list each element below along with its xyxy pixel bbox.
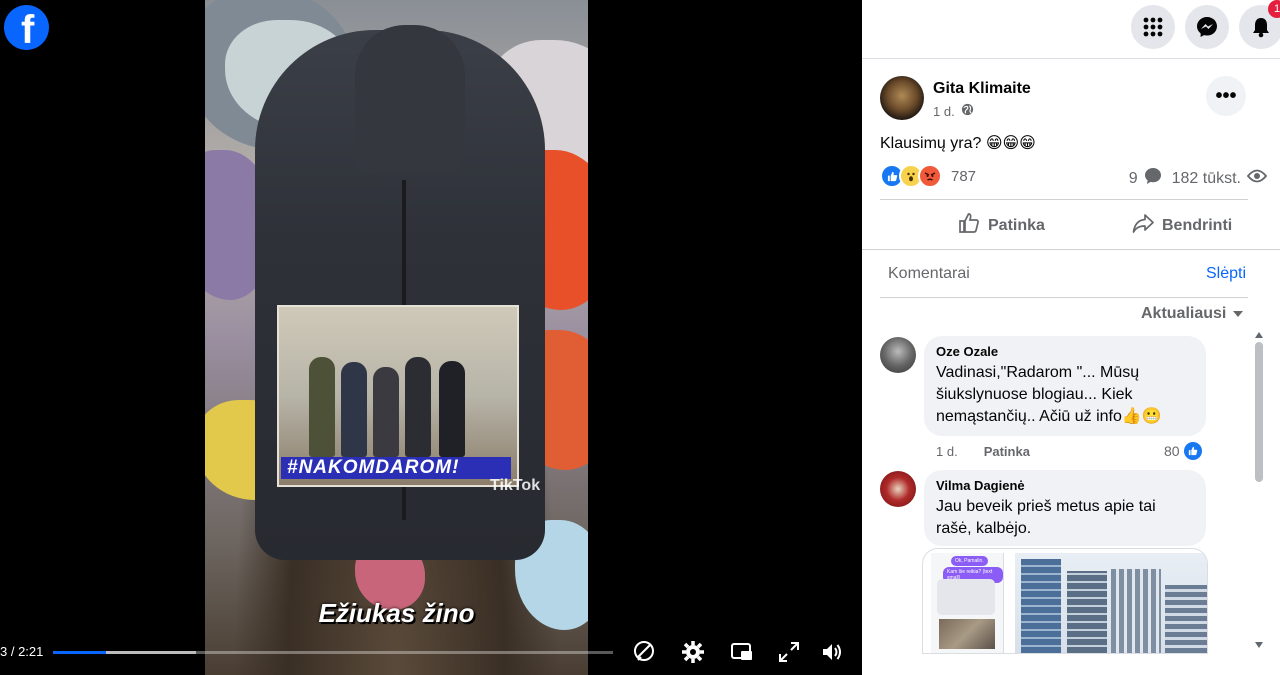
messenger-icon[interactable] [1185,5,1229,49]
commenter-avatar[interactable] [880,337,916,373]
share-label: Bendrinti [1162,216,1233,234]
person [439,361,465,457]
video-frame[interactable]: #NAKOMDAROM! TikTok Ežiukas žino [205,0,588,675]
captions-off-icon[interactable] [629,637,659,667]
building [1067,571,1107,653]
video-caption: Ežiukas žino [318,598,475,628]
share-button[interactable]: Bendrinti [1132,212,1232,239]
top-bar: 1 [862,0,1280,59]
video-progress-bar[interactable] [53,651,613,654]
scroll-down-icon[interactable] [1255,642,1263,648]
comments-count[interactable]: 9 [1129,170,1138,188]
person [341,362,367,457]
globe-icon [961,103,974,119]
scrollbar-thumb[interactable] [1255,342,1263,482]
post-text: Klausimų yra? 😁😁😁 [880,135,1036,152]
post-meta: 1 d. [933,103,974,119]
like-label: Patinka [988,216,1045,234]
video-progress-fill [53,651,107,654]
like-icon [958,212,980,239]
divider [880,199,1248,200]
inset-banner: #NAKOMDAROM! [281,457,511,479]
picture-in-picture-icon[interactable] [727,637,757,667]
comment-attachment-image[interactable]: Ok, Pamalin. Kam šie reikia? (text small… [922,548,1208,654]
more-options-button[interactable]: ••• [1206,76,1246,116]
post-age[interactable]: 1 d. [933,104,955,119]
like-button[interactable]: Patinka [958,212,1045,239]
jacket-hood [355,25,465,175]
person [405,357,431,457]
building-photo [1015,553,1207,653]
reactions-summary[interactable]: 787 [880,164,976,188]
chat-screenshot: Ok, Pamalin. Kam šie reikia? (text small… [931,553,1004,653]
chat-message: Ok, Pamalin. [951,556,988,566]
sort-label: Aktualiausi [1141,305,1227,322]
eye-icon [1246,169,1268,188]
comment-meta: 1 d. Patinka [936,444,1030,459]
comment-icon [1144,167,1162,190]
divider [880,297,1248,298]
comment-bubble: Vilma Dagienė Jau beveik prieš metus api… [924,470,1206,546]
views-count: 182 tūkst. [1171,169,1241,187]
building [1165,585,1207,653]
reaction-count: 787 [951,167,977,185]
video-time: 3 / 2:21 [0,644,44,659]
commenter-avatar[interactable] [880,471,916,507]
comment-text: Vadinasi,"Radarom "... Mūsų šiukslynuose… [936,364,1162,425]
commenter-name[interactable]: Oze Ozale [936,344,1194,359]
settings-gear-icon[interactable] [678,637,708,667]
comment-text: Jau beveik prieš metus apie tai rašė, ka… [936,498,1156,537]
video-player[interactable]: f #NAKOMDAROM! TikTok Ežiukas žino 3 / 2… [0,0,862,675]
scroll-up-icon[interactable] [1255,332,1263,338]
post-stats: 9 182 tūkst. [1129,167,1268,190]
tiktok-watermark: TikTok [490,477,541,494]
comment-like-button[interactable]: Patinka [984,444,1030,459]
comment-bubble: Oze Ozale Vadinasi,"Radarom "... Mūsų ši… [924,336,1206,436]
volume-icon[interactable] [817,637,847,667]
comment-age[interactable]: 1 d. [936,444,958,459]
chat-photo [939,619,995,649]
menu-grid-icon[interactable] [1131,5,1175,49]
hide-comments-link[interactable]: Slėpti [1206,265,1246,283]
building [1111,569,1161,653]
like-reaction-icon [1183,442,1202,460]
commenter-name[interactable]: Vilma Dagienė [936,478,1194,493]
share-icon [1132,212,1154,239]
comment-sort-dropdown[interactable]: Aktualiausi [1141,305,1244,323]
inset-video: #NAKOMDAROM! [277,305,519,487]
facebook-logo-icon[interactable]: f [4,5,49,52]
notification-badge: 1 [1268,0,1280,18]
angry-reaction-icon [918,164,942,188]
post-panel: 1 Gita Klimaite 1 d. ••• Klausimų yra? 😁… [862,0,1280,675]
chat-bubble [937,579,995,615]
comments-scrollbar[interactable] [1253,332,1265,650]
author-name[interactable]: Gita Klimaite [933,80,1031,98]
building [1021,559,1061,653]
comment-like-count: 80 [1164,443,1180,459]
chevron-down-icon [1232,305,1244,323]
person [373,367,399,457]
person [309,357,335,457]
divider [862,249,1280,250]
comments-title: Komentarai [888,265,970,282]
author-avatar[interactable] [880,76,924,120]
fullscreen-icon[interactable] [774,637,804,667]
comment-likes[interactable]: 80 [1164,442,1202,460]
